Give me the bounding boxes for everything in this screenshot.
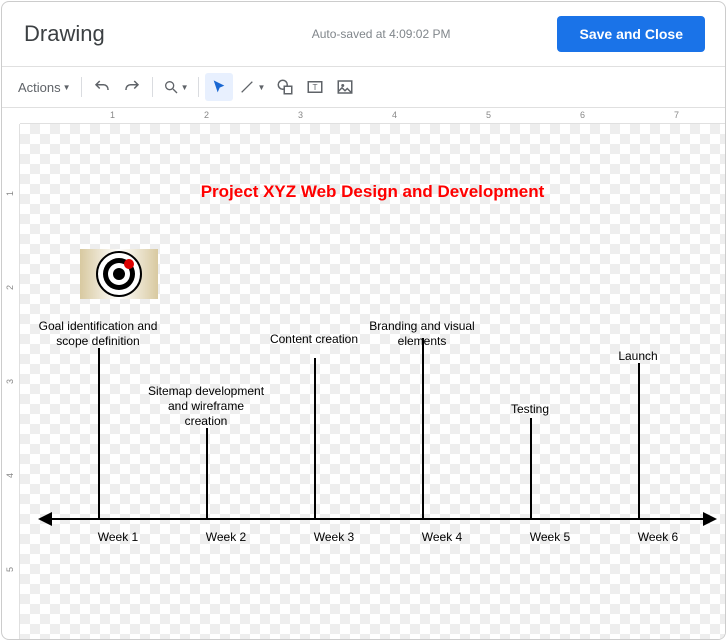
drawing-canvas[interactable]: Project XYZ Web Design and Development G… <box>20 124 725 639</box>
svg-text:T: T <box>313 83 318 92</box>
horizontal-ruler: 1 2 3 4 5 6 7 <box>20 108 725 124</box>
ruler-tick: 6 <box>580 110 585 120</box>
milestone-label: Testing <box>470 402 590 417</box>
caret-down-icon: ▼ <box>63 83 71 92</box>
toolbar-separator <box>81 77 82 97</box>
ruler-tick: 7 <box>674 110 679 120</box>
image-tool-button[interactable] <box>331 73 359 101</box>
textbox-icon: T <box>306 78 324 96</box>
milestone[interactable]: Branding and visual elements <box>362 319 482 349</box>
week-label[interactable]: Week 5 <box>510 530 590 544</box>
week-label[interactable]: Week 4 <box>402 530 482 544</box>
caret-down-icon: ▼ <box>181 83 189 92</box>
toolbar-separator <box>152 77 153 97</box>
select-tool-button[interactable] <box>205 73 233 101</box>
week-label[interactable]: Week 1 <box>78 530 158 544</box>
week-label[interactable]: Week 6 <box>618 530 698 544</box>
toolbar: Actions ▼ ▼ ▼ T <box>2 67 725 108</box>
milestone-stem <box>206 428 208 518</box>
redo-icon <box>123 78 141 96</box>
autosave-status: Auto-saved at 4:09:02 PM <box>212 27 451 41</box>
zoom-icon <box>163 79 179 95</box>
milestone-stem <box>638 363 640 518</box>
line-icon <box>239 79 255 95</box>
timeline-axis[interactable] <box>40 518 715 520</box>
milestone[interactable]: Launch <box>578 349 698 364</box>
caret-down-icon: ▼ <box>257 83 265 92</box>
textbox-tool-button[interactable]: T <box>301 73 329 101</box>
week-label[interactable]: Week 2 <box>186 530 266 544</box>
image-icon <box>336 78 354 96</box>
ruler-tick: 4 <box>392 110 397 120</box>
chart-title[interactable]: Project XYZ Web Design and Development <box>20 182 725 202</box>
shape-icon <box>276 78 294 96</box>
dialog-header: Drawing Auto-saved at 4:09:02 PM Save an… <box>2 2 725 67</box>
ruler-tick: 5 <box>5 567 15 572</box>
shape-tool-button[interactable] <box>271 73 299 101</box>
week-label[interactable]: Week 3 <box>294 530 374 544</box>
zoom-button[interactable]: ▼ <box>159 73 193 101</box>
milestone-stem <box>314 358 316 518</box>
milestone-label: Goal identification and scope definition <box>38 319 158 349</box>
line-tool-button[interactable]: ▼ <box>235 73 269 101</box>
milestone[interactable]: Goal identification and scope definition <box>38 319 158 349</box>
undo-button[interactable] <box>88 73 116 101</box>
milestone-label: Sitemap development and wireframe creati… <box>146 384 266 429</box>
dialog-title: Drawing <box>24 21 105 47</box>
vertical-ruler: 1 2 3 4 5 <box>2 124 20 639</box>
ruler-tick: 3 <box>5 379 15 384</box>
actions-label: Actions <box>18 80 61 95</box>
milestone[interactable]: Sitemap development and wireframe creati… <box>146 384 266 429</box>
milestone-label: Content creation <box>254 332 374 347</box>
canvas-wrap: 1 2 3 4 5 Project XYZ Web Design and Develop… <box>2 124 725 639</box>
ruler-tick: 2 <box>5 285 15 290</box>
undo-icon <box>93 78 111 96</box>
toolbar-separator <box>198 77 199 97</box>
dartboard-image[interactable] <box>80 249 158 299</box>
milestone[interactable]: Testing <box>470 402 590 417</box>
milestone-stem <box>422 338 424 518</box>
ruler-tick: 2 <box>204 110 209 120</box>
actions-menu-button[interactable]: Actions ▼ <box>14 73 75 101</box>
milestone[interactable]: Content creation <box>254 332 374 347</box>
ruler-tick: 5 <box>486 110 491 120</box>
drawing-dialog: Drawing Auto-saved at 4:09:02 PM Save an… <box>1 1 726 640</box>
ruler-tick: 3 <box>298 110 303 120</box>
milestone-label: Launch <box>578 349 698 364</box>
milestone-stem <box>530 418 532 518</box>
milestone-stem <box>98 348 100 518</box>
redo-button[interactable] <box>118 73 146 101</box>
ruler-tick: 4 <box>5 473 15 478</box>
ruler-tick: 1 <box>5 191 15 196</box>
ruler-tick: 1 <box>110 110 115 120</box>
cursor-icon <box>211 79 227 95</box>
save-and-close-button[interactable]: Save and Close <box>557 16 705 52</box>
